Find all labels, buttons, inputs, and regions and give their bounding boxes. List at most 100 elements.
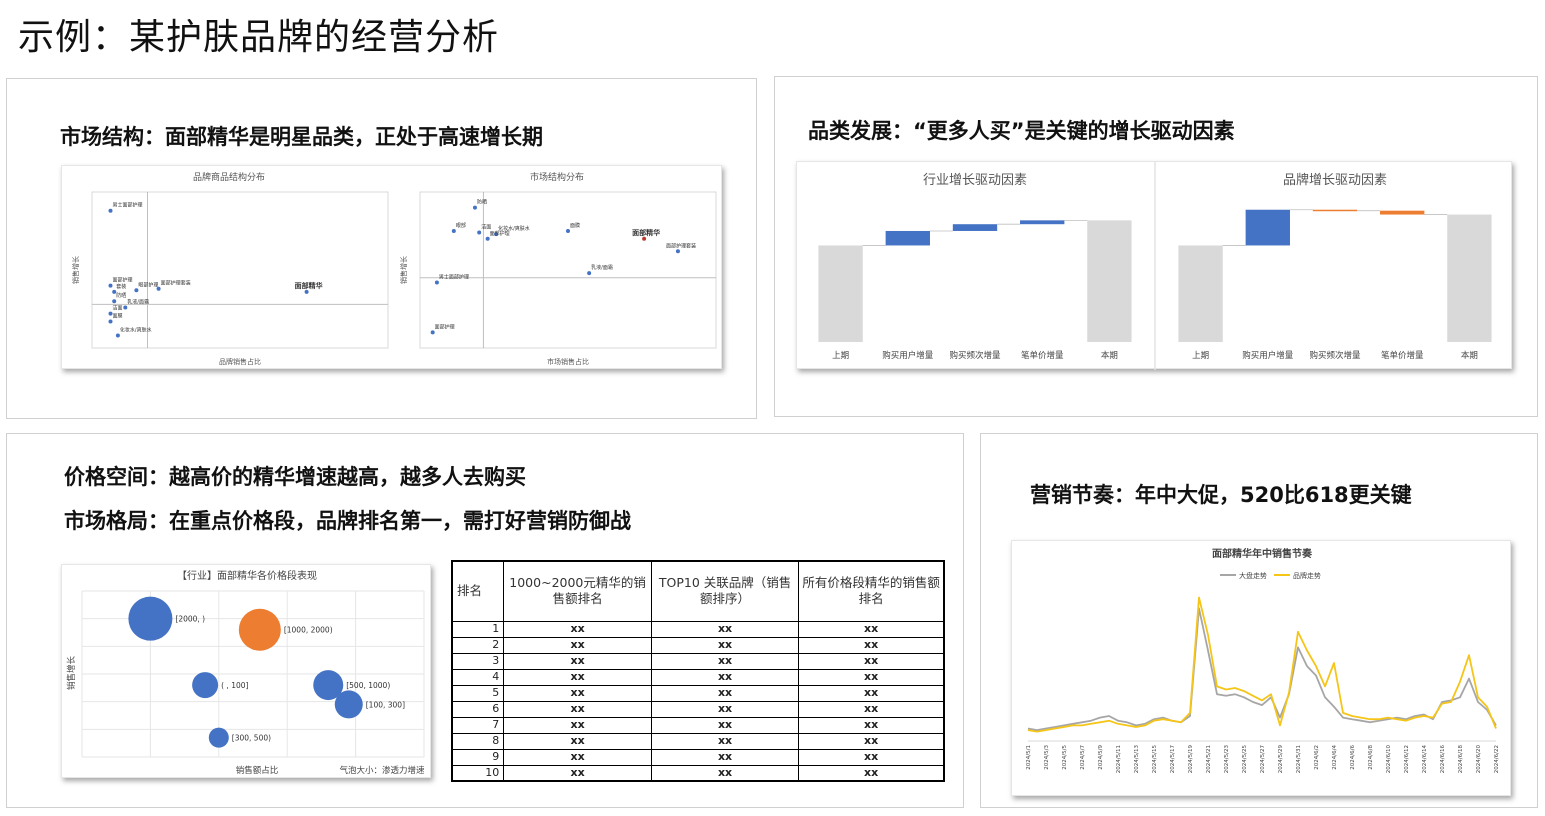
structure-chart-card: 品牌商品结构分布 品牌销售占比 销售增长 男士面部护理 面部护理 套装 眼部护理 面部护理套装… bbox=[61, 165, 722, 369]
waterfall-title: 品牌增长驱动因素 bbox=[1283, 172, 1387, 188]
x-tick-label: 2024/6/14 bbox=[1422, 745, 1428, 774]
price-space-heading: 价格空间：越高价的精华增速越高，越多人去购买 bbox=[64, 465, 526, 489]
legend-label: 大盘走势 bbox=[1239, 571, 1267, 580]
table-cell: xx bbox=[503, 748, 652, 765]
waterfall-bar bbox=[885, 230, 930, 246]
plot-frame bbox=[91, 191, 389, 349]
point-label: 男士面部护理 bbox=[439, 273, 469, 280]
table-row: 2 xx xx xx bbox=[451, 636, 946, 653]
table-cell: 8 bbox=[451, 732, 505, 749]
point-label: 面膜 bbox=[570, 222, 580, 229]
scatter-point bbox=[587, 271, 592, 276]
x-tick-label: 2024/6/10 bbox=[1386, 745, 1392, 774]
point-label: 防晒 bbox=[477, 199, 487, 206]
point-label: 防晒 bbox=[116, 292, 126, 299]
table-header-cell: 排名 bbox=[451, 560, 505, 621]
table-cell: xx bbox=[798, 636, 946, 653]
waterfall-tick: 上期 bbox=[832, 351, 849, 361]
x-tick-label: 2024/5/17 bbox=[1170, 745, 1176, 774]
waterfall-bar bbox=[952, 224, 998, 231]
bubble-label: [100, 300] bbox=[366, 700, 405, 709]
x-tick-label: 2024/5/7 bbox=[1080, 745, 1086, 770]
table-row: 5 xx xx xx bbox=[451, 684, 946, 701]
waterfall-bar bbox=[1380, 210, 1425, 215]
bubble-title: 【行业】面部精华各价格段表现 bbox=[177, 569, 317, 582]
bubble bbox=[238, 608, 281, 651]
table-cell: xx bbox=[798, 748, 946, 765]
page-title: 示例：某护肤品牌的经营分析 bbox=[18, 17, 500, 58]
scatter-point bbox=[451, 229, 456, 233]
table-cell: xx bbox=[503, 668, 652, 685]
x-tick-label: 2024/5/23 bbox=[1224, 745, 1230, 774]
line-title: 面部精华年中销售节奏 bbox=[1212, 547, 1313, 560]
scatter-point bbox=[434, 280, 439, 285]
x-tick-label: 2024/6/2 bbox=[1314, 745, 1320, 770]
point-label: 面部护理套装 bbox=[666, 242, 696, 249]
x-tick-label: 2024/5/15 bbox=[1152, 745, 1158, 774]
waterfall-bar bbox=[818, 245, 863, 342]
table-header-cell: TOP10 关联品牌（销售额排序） bbox=[650, 560, 800, 621]
price-bubble-chart: 【行业】面部精华各价格段表现 [2000, ) [1000, 2000) ( , 10… bbox=[66, 569, 425, 776]
y-axis-label: 销售增长 bbox=[399, 256, 408, 284]
waterfall-bar bbox=[1312, 209, 1358, 212]
table-cell: 7 bbox=[451, 716, 505, 733]
bubble bbox=[128, 596, 173, 641]
plot-frame bbox=[419, 191, 717, 349]
x-axis-label: 销售额占比 bbox=[236, 765, 279, 776]
table-cell: xx bbox=[650, 700, 800, 717]
table-cell: xx bbox=[650, 684, 800, 701]
point-label: 洁面 bbox=[113, 305, 123, 312]
point-label: 乳液/面霜 bbox=[591, 264, 613, 271]
bubble-label: ( , 100] bbox=[221, 681, 248, 690]
table-cell: xx bbox=[650, 636, 800, 653]
table-cell: xx bbox=[503, 700, 652, 717]
point-label: 男士面部护理 bbox=[113, 202, 143, 209]
waterfall-bar bbox=[1020, 220, 1065, 225]
table-row: 1 xx xx xx bbox=[451, 620, 946, 637]
table-cell: xx bbox=[503, 716, 652, 733]
table-row: 3 xx xx xx bbox=[451, 652, 946, 669]
x-tick-label: 2024/6/4 bbox=[1332, 745, 1338, 770]
x-tick-label: 2024/6/16 bbox=[1440, 745, 1446, 774]
waterfall-title: 行业增长驱动因素 bbox=[923, 173, 1027, 188]
table-cell: xx bbox=[798, 620, 946, 637]
table-cell: xx bbox=[798, 652, 946, 669]
point-label: 面膜 bbox=[113, 312, 123, 319]
x-tick-label: 2024/5/3 bbox=[1044, 745, 1050, 770]
table-cell: xx bbox=[503, 652, 652, 669]
x-tick-label: 2024/6/12 bbox=[1404, 745, 1410, 773]
scatter-point bbox=[156, 286, 161, 291]
ranking-table: 排名 1000~2000元精华的销售额排名 TOP10 关联品牌（销售额排序） 所有价… bbox=[451, 560, 946, 782]
scatter-point bbox=[115, 333, 120, 338]
waterfall-tick: 购买用户增量 bbox=[882, 350, 934, 361]
table-row: 6 xx xx xx bbox=[451, 700, 946, 717]
x-tick-label: 2024/6/18 bbox=[1458, 745, 1464, 774]
waterfall-bar bbox=[1087, 220, 1132, 342]
bubble-label: [1000, 2000) bbox=[284, 626, 333, 635]
table-cell: xx bbox=[503, 620, 652, 637]
bubble-size-note: 气泡大小：渗透力增速 bbox=[339, 765, 425, 776]
x-tick-label: 2024/6/22 bbox=[1494, 745, 1500, 773]
table-cell: 5 bbox=[451, 684, 505, 701]
x-tick-label: 2024/5/9 bbox=[1098, 745, 1104, 770]
table-row: 7 xx xx xx bbox=[451, 716, 946, 733]
scatter-point bbox=[108, 319, 113, 324]
bubble-label: [2000, ) bbox=[175, 615, 205, 624]
table-cell: 2 bbox=[451, 636, 505, 653]
waterfall-bar bbox=[1245, 209, 1290, 246]
point-label: 洁面 bbox=[481, 224, 491, 231]
table-cell: xx bbox=[650, 668, 800, 685]
table-row: 4 xx xx xx bbox=[451, 668, 946, 685]
table-cell: 6 bbox=[451, 700, 505, 717]
table-cell: xx bbox=[798, 764, 946, 782]
table-cell: xx bbox=[503, 684, 652, 701]
table-cell: xx bbox=[503, 636, 652, 653]
waterfall-tick: 购买频次增量 bbox=[1309, 350, 1361, 361]
point-label: 套装 bbox=[116, 283, 126, 290]
table-cell: 1 bbox=[451, 620, 505, 637]
point-label: 眼部护理 bbox=[138, 281, 158, 288]
table-header-cell: 1000~2000元精华的销售额排名 bbox=[503, 560, 652, 621]
scatter-title: 市场结构分布 bbox=[530, 171, 584, 183]
waterfall-tick: 购买用户增量 bbox=[1242, 350, 1294, 361]
market-landscape-heading: 市场格局：在重点价格段，品牌排名第一，需打好营销防御战 bbox=[64, 509, 631, 533]
